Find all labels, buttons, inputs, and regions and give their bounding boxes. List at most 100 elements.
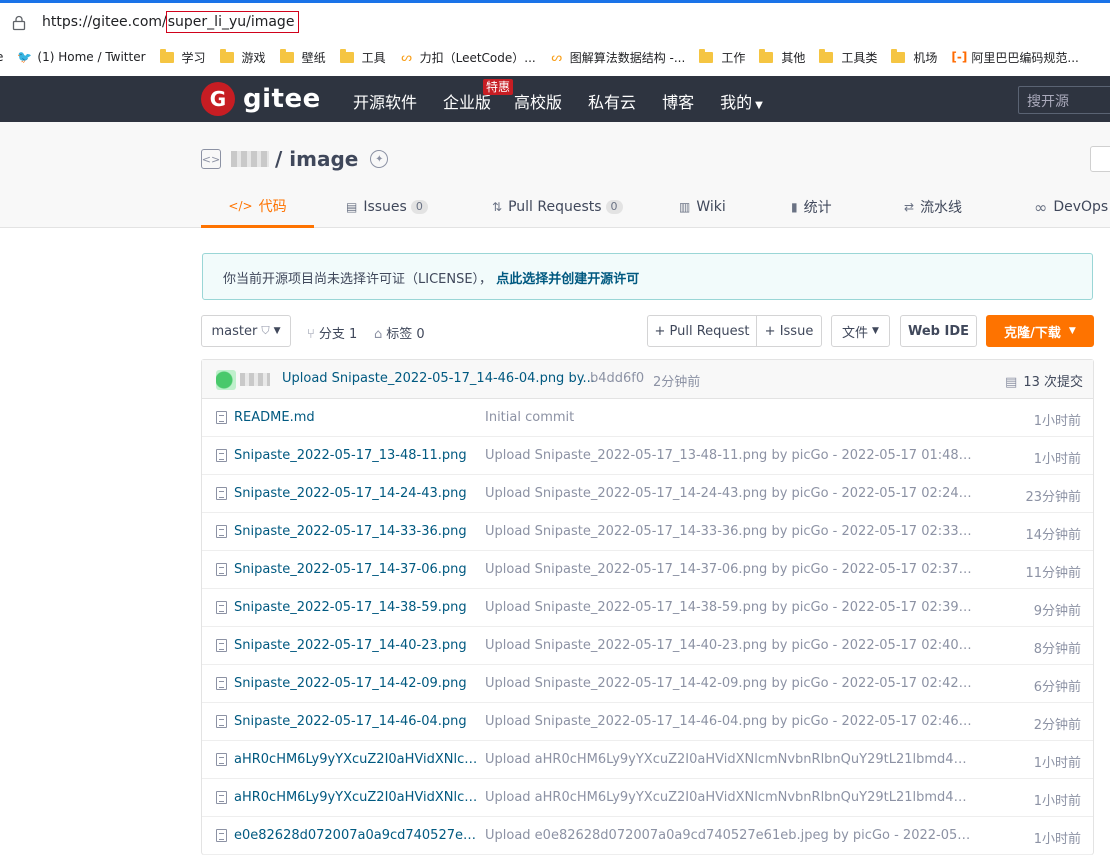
file-commit-time: 2分钟前 bbox=[1033, 718, 1081, 733]
file-name-link[interactable]: Snipaste_2022-05-17_14-33-36.png bbox=[234, 524, 484, 539]
file-commit-message[interactable]: Initial commit bbox=[485, 410, 973, 425]
search-input[interactable]: 搜开源 bbox=[1018, 86, 1110, 114]
bookmark-folder-study[interactable]: 学习 bbox=[159, 48, 206, 66]
bookmark-folder-tools[interactable]: 工具 bbox=[339, 48, 386, 66]
bookmark-folder-wallpaper[interactable]: 壁纸 bbox=[279, 48, 326, 66]
web-ide-button[interactable]: Web IDE bbox=[900, 315, 977, 347]
tab-issues[interactable]: ▤ Issues 0 bbox=[346, 186, 428, 228]
bookmark-folder-other[interactable]: 其他 bbox=[759, 48, 805, 66]
bookmark-algorithms[interactable]: ᔕ 图解算法数据结构 -... bbox=[550, 49, 685, 66]
file-commit-message[interactable]: Upload e0e82628d072007a0a9cd740527e61eb.… bbox=[485, 828, 973, 843]
tab-pull-requests[interactable]: ⇅ Pull Requests 0 bbox=[492, 186, 623, 228]
tab-pipeline[interactable]: ⇄ 流水线 bbox=[904, 186, 962, 228]
folder-icon bbox=[891, 48, 906, 63]
file-commit-message[interactable]: Upload Snipaste_2022-05-17_14-37-06.png … bbox=[485, 562, 973, 577]
file-name-link[interactable]: aHR0cHM6Ly9yYXcuZ2I0aHVidXNlcmN... bbox=[234, 790, 484, 805]
bookmark-leetcode[interactable]: ᔕ 力扣（LeetCode）... bbox=[400, 49, 535, 66]
table-row: Snipaste_2022-05-17_14-24-43.png Upload S… bbox=[202, 475, 1093, 513]
owner-name-blurred[interactable] bbox=[231, 151, 269, 167]
file-table: Upload Snipaste_2022-05-17_14-46-04.png … bbox=[201, 359, 1094, 855]
commit-count[interactable]: ▤ 13 次提交 bbox=[1005, 371, 1083, 390]
tab-code[interactable]: </> 代码 bbox=[201, 186, 314, 228]
file-commit-message[interactable]: Upload Snipaste_2022-05-17_14-33-36.png … bbox=[485, 524, 973, 539]
file-commit-time: 1小时前 bbox=[1033, 794, 1081, 809]
tab-wiki[interactable]: ▥ Wiki bbox=[679, 186, 726, 228]
issues-count: 0 bbox=[410, 200, 428, 214]
table-row: aHR0cHM6Ly9yYXcuZ2I0aHVidXNlcmN... Upload… bbox=[202, 741, 1093, 779]
file-commit-message[interactable]: Upload Snipaste_2022-05-17_13-48-11.png … bbox=[485, 448, 973, 463]
browser-top-edge bbox=[0, 0, 1110, 3]
recommend-badge-icon[interactable]: ✦ bbox=[370, 150, 389, 168]
gitee-logo-icon: G bbox=[201, 82, 235, 116]
gitee-logo-text: gitee bbox=[243, 84, 321, 114]
new-issue-button[interactable]: + Issue bbox=[756, 315, 822, 347]
clone-download-button[interactable]: 克隆/下载 ▼ bbox=[986, 315, 1094, 347]
commit-hash[interactable]: b4dd6f0 bbox=[590, 371, 644, 386]
tab-devops[interactable]: ∞ DevOps bbox=[1034, 186, 1108, 228]
repo-name[interactable]: image bbox=[289, 147, 358, 171]
file-name-link[interactable]: Snipaste_2022-05-17_14-40-23.png bbox=[234, 638, 484, 653]
nav-open-source[interactable]: 开源软件 bbox=[353, 89, 417, 113]
avatar[interactable] bbox=[216, 370, 236, 390]
file-commit-message[interactable]: Upload Snipaste_2022-05-17_14-42-09.png … bbox=[485, 676, 973, 691]
file-name-link[interactable]: e0e82628d072007a0a9cd740527e61eb... bbox=[234, 828, 484, 843]
pipeline-icon: ⇄ bbox=[904, 200, 915, 214]
file-commit-message[interactable]: Upload Snipaste_2022-05-17_14-38-59.png … bbox=[485, 600, 973, 615]
file-name-link[interactable]: Snipaste_2022-05-17_14-46-04.png bbox=[234, 714, 484, 729]
file-name-link[interactable]: Snipaste_2022-05-17_14-42-09.png bbox=[234, 676, 484, 691]
commits-icon: ▤ bbox=[1005, 375, 1018, 390]
nav-enterprise[interactable]: 企业版 特惠 bbox=[443, 79, 514, 113]
bookmark-partial[interactable]: e bbox=[0, 50, 3, 64]
file-name-link[interactable]: Snipaste_2022-05-17_13-48-11.png bbox=[234, 448, 484, 463]
file-name-link[interactable]: Snipaste_2022-05-17_14-37-06.png bbox=[234, 562, 484, 577]
bookmark-folder-tooltypes[interactable]: 工具类 bbox=[819, 48, 877, 66]
bookmark-alibaba[interactable]: [-] 阿里巴巴编码规范... bbox=[951, 49, 1078, 66]
table-row: Snipaste_2022-05-17_13-48-11.png Upload S… bbox=[202, 437, 1093, 475]
watch-button[interactable] bbox=[1090, 146, 1110, 172]
file-commit-message[interactable]: Upload Snipaste_2022-05-17_14-40-23.png … bbox=[485, 638, 973, 653]
url-host: https://gitee.com/ bbox=[42, 14, 167, 30]
wiki-icon: ▥ bbox=[679, 200, 691, 214]
bookmark-folder-airport[interactable]: 机场 bbox=[891, 48, 937, 66]
nav-education[interactable]: 高校版 bbox=[514, 89, 562, 113]
file-icon bbox=[216, 601, 227, 614]
gitee-logo[interactable]: G gitee bbox=[201, 82, 321, 116]
file-icon bbox=[216, 753, 227, 766]
file-name-link[interactable]: Snipaste_2022-05-17_14-24-43.png bbox=[234, 486, 484, 501]
chevron-down-icon: ▼ bbox=[1068, 326, 1076, 336]
table-row: Snipaste_2022-05-17_14-40-23.png Upload S… bbox=[202, 627, 1093, 665]
shield-icon: ⛉ bbox=[261, 324, 270, 337]
bookmark-folder-games[interactable]: 游戏 bbox=[219, 48, 266, 66]
bookmark-folder-work[interactable]: 工作 bbox=[699, 48, 745, 66]
folder-icon bbox=[819, 48, 834, 63]
nav-private-cloud[interactable]: 私有云 bbox=[588, 89, 636, 113]
latest-commit-message[interactable]: Upload Snipaste_2022-05-17_14-46-04.png … bbox=[282, 371, 595, 386]
tab-stats[interactable]: ▮ 统计 bbox=[791, 186, 832, 228]
branches-link[interactable]: ⑂ 分支 1 bbox=[307, 323, 357, 342]
file-commit-message[interactable]: Upload aHR0cHM6Ly9yYXcuZ2I0aHVidXNlcmNvb… bbox=[485, 752, 973, 767]
url-text[interactable]: https://gitee.com/super_li_yu/image bbox=[42, 11, 300, 33]
code-icon: </> bbox=[228, 198, 253, 213]
file-commit-message[interactable]: Upload Snipaste_2022-05-17_14-24-43.png … bbox=[485, 486, 973, 501]
tags-link[interactable]: ⌂ 标签 0 bbox=[374, 323, 425, 342]
file-name-link[interactable]: Snipaste_2022-05-17_14-38-59.png bbox=[234, 600, 484, 615]
branch-select[interactable]: master ⛉ ▼ bbox=[201, 315, 291, 347]
new-pull-request-button[interactable]: + Pull Request bbox=[647, 315, 757, 347]
table-row: e0e82628d072007a0a9cd740527e61eb... Uploa… bbox=[202, 817, 1093, 855]
file-commit-message[interactable]: Upload Snipaste_2022-05-17_14-46-04.png … bbox=[485, 714, 973, 729]
folder-icon bbox=[279, 48, 294, 63]
file-icon bbox=[216, 791, 227, 804]
files-dropdown[interactable]: 文件 ▼ bbox=[831, 315, 890, 347]
nav-mine[interactable]: 我的 ▼ bbox=[720, 89, 763, 113]
address-bar[interactable]: https://gitee.com/super_li_yu/image bbox=[0, 0, 1110, 46]
table-row: Snipaste_2022-05-17_14-42-09.png Upload S… bbox=[202, 665, 1093, 703]
nav-blog[interactable]: 博客 bbox=[662, 89, 694, 113]
file-name-link[interactable]: README.md bbox=[234, 410, 484, 425]
tag-icon: ⌂ bbox=[374, 327, 383, 342]
bookmark-twitter[interactable]: 🐦 (1) Home / Twitter bbox=[17, 50, 145, 64]
create-license-link[interactable]: 点此选择并创建开源许可 bbox=[496, 272, 639, 287]
file-commit-message[interactable]: Upload aHR0cHM6Ly9yYXcuZ2I0aHVidXNlcmNvb… bbox=[485, 790, 973, 805]
file-name-link[interactable]: aHR0cHM6Ly9yYXcuZ2I0aHVidXNlcmN... bbox=[234, 752, 484, 767]
committer-name-blurred[interactable] bbox=[240, 373, 270, 386]
folder-icon bbox=[699, 48, 714, 63]
